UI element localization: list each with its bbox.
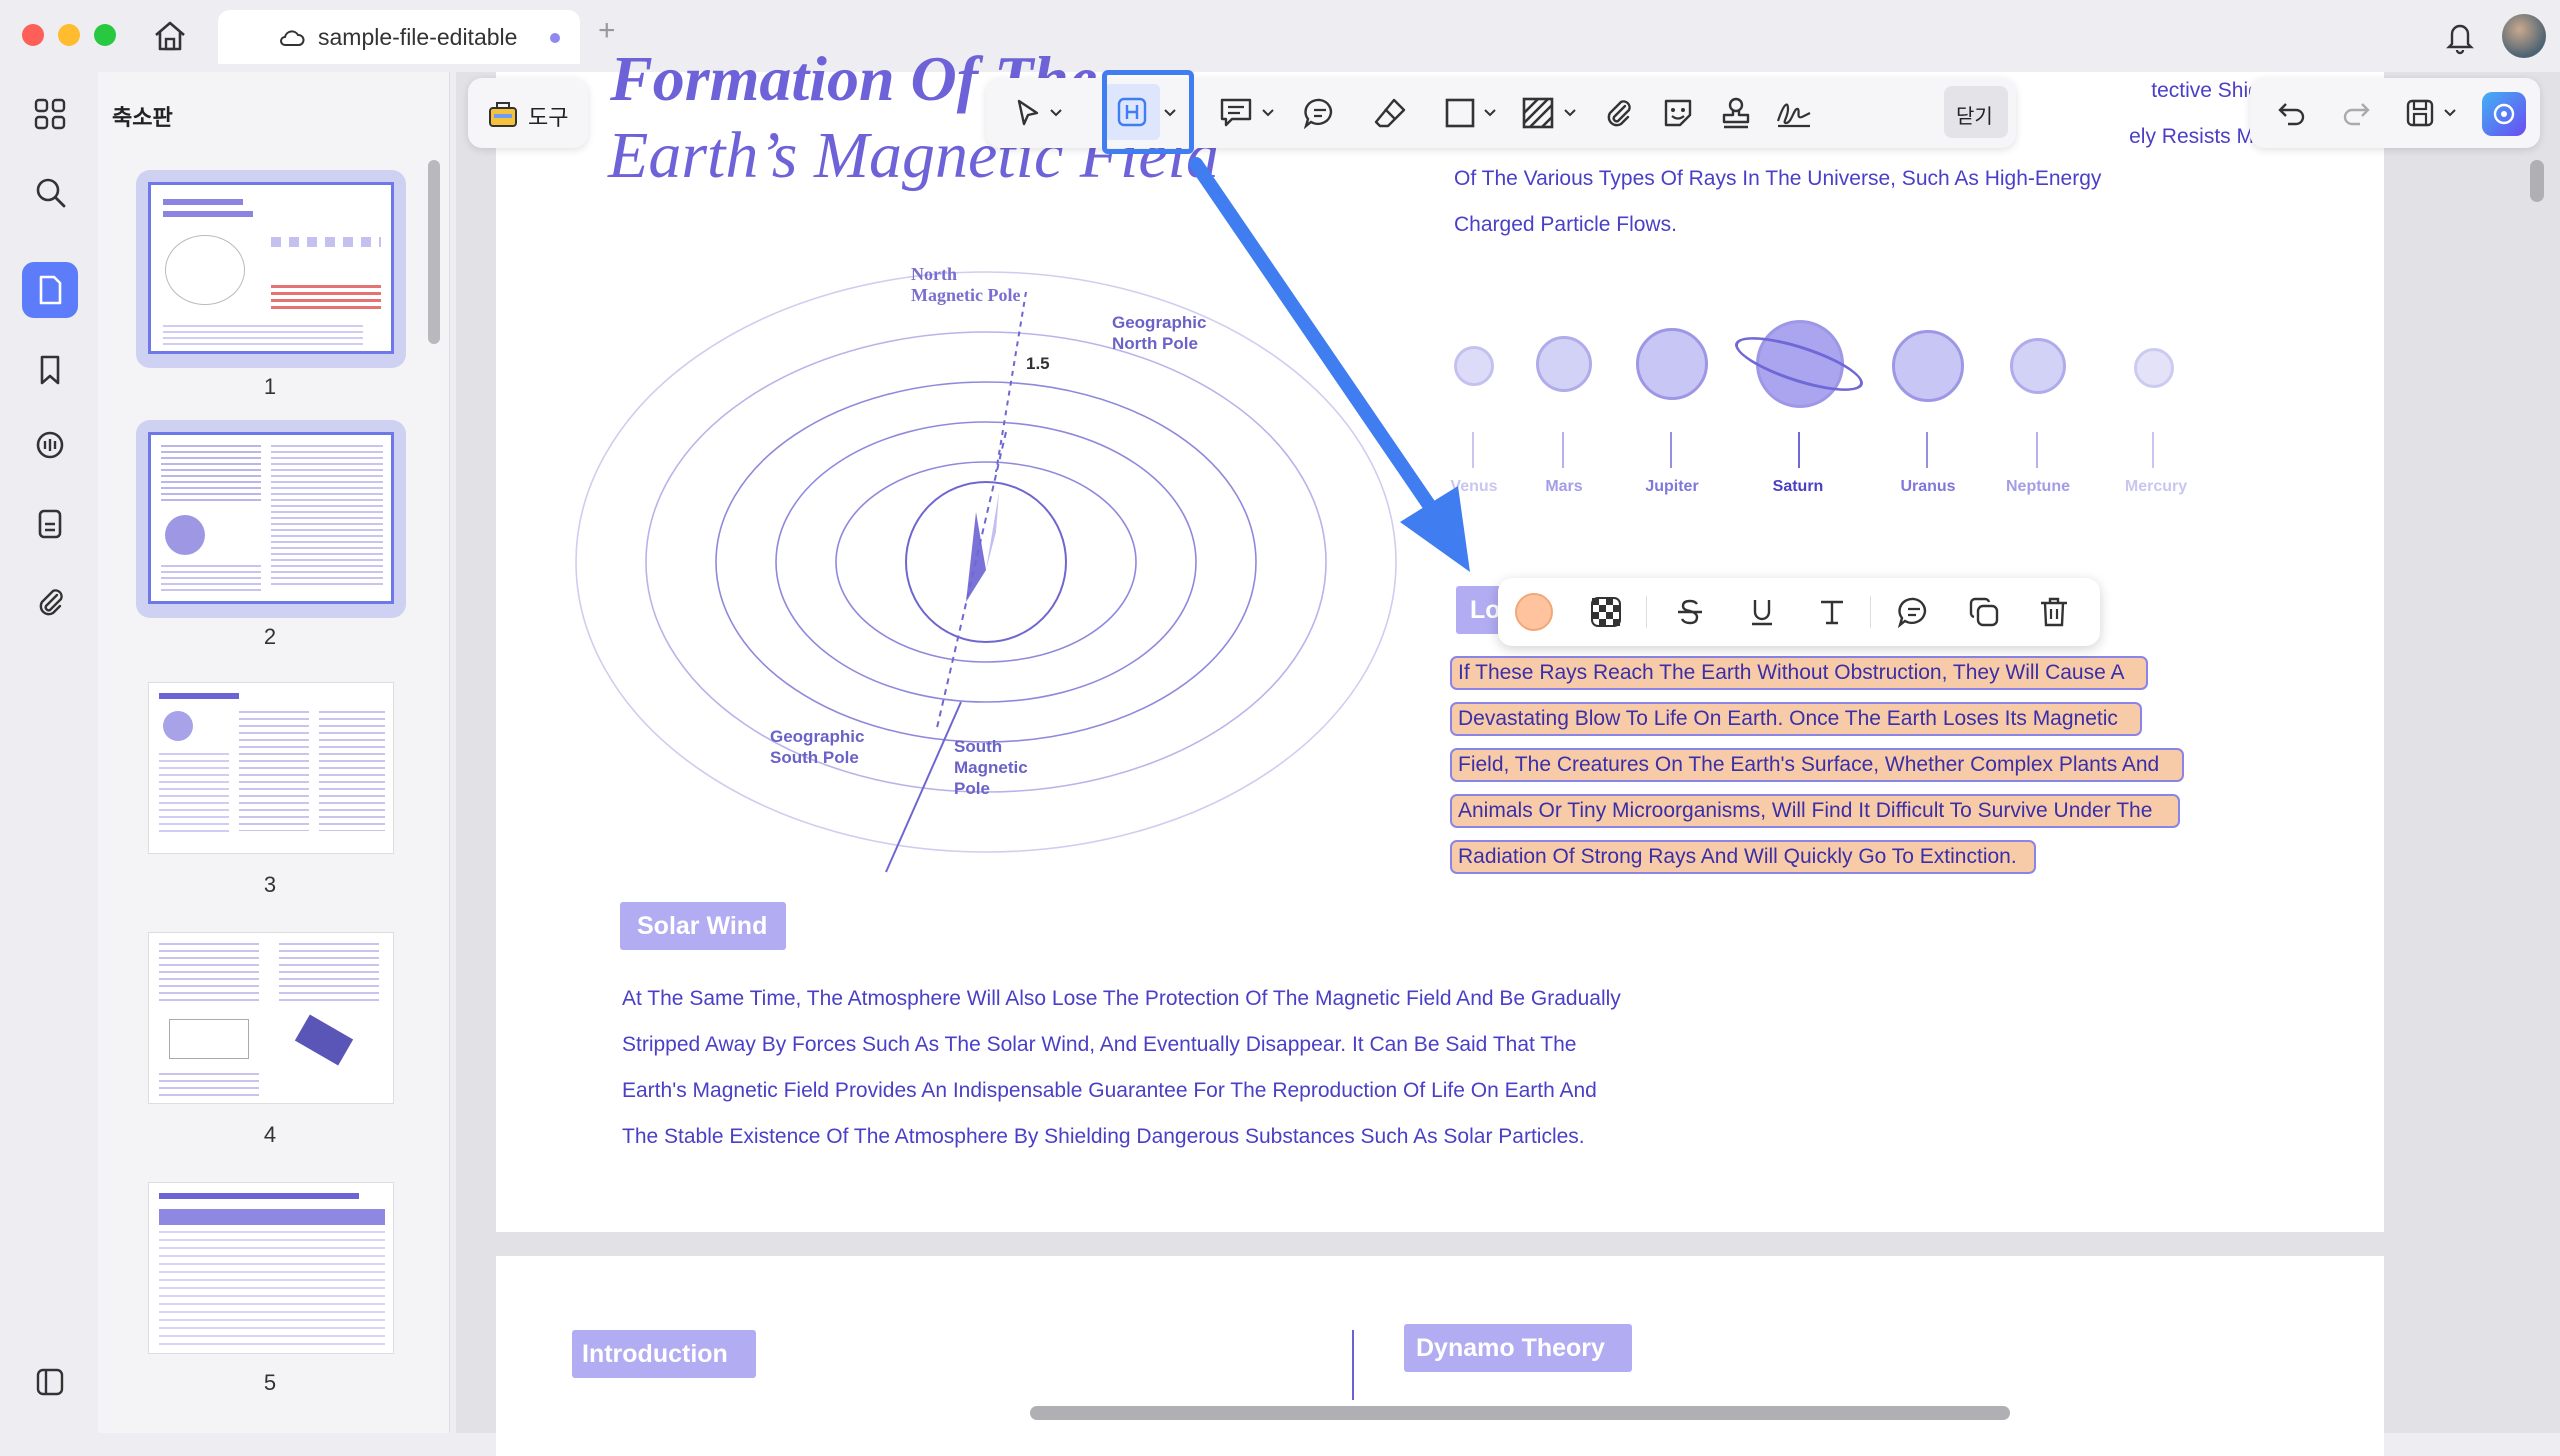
attach-file-icon[interactable] — [1596, 91, 1640, 135]
annotation-arrow — [1189, 157, 1470, 572]
tools-button[interactable]: 도구 — [468, 78, 588, 148]
solar-wind-tag: Solar Wind — [620, 902, 786, 950]
thumbnails-icon[interactable] — [22, 262, 78, 318]
close-toolbar-button[interactable]: 닫기 — [1944, 86, 2008, 138]
chevron-down-icon[interactable] — [2440, 91, 2460, 135]
planet-label: Saturn — [1772, 478, 1824, 495]
ai-assistant-icon[interactable] — [2482, 92, 2526, 136]
thumbnail-number: 4 — [263, 1122, 277, 1147]
introduction-tag: Introduction — [572, 1330, 756, 1378]
sidebar-toggle-icon[interactable] — [22, 1354, 78, 1410]
thumbnail-number: 1 — [263, 374, 277, 399]
highlight-tool-focus-box — [1102, 70, 1194, 154]
thumbnail-scrollbar[interactable] — [428, 160, 440, 344]
attachments-list-icon[interactable] — [22, 496, 78, 552]
highlight-line[interactable]: Devastating Blow To Life On Earth. Once … — [1450, 702, 2142, 736]
select-cursor-icon[interactable] — [1006, 91, 1050, 135]
tools-label: 도구 — [528, 105, 569, 130]
undo-icon[interactable] — [2270, 91, 2314, 135]
bell-icon[interactable] — [2440, 16, 2480, 56]
delete-icon[interactable] — [2032, 590, 2076, 634]
thumbnail-number: 2 — [263, 624, 277, 649]
planet-mars — [1536, 336, 1592, 392]
grid-icon[interactable] — [22, 86, 78, 142]
intro-text: Of The Various Types Of Rays In The Univ… — [1454, 167, 2102, 236]
geographic-south-pole-label: Geographic South Pole — [770, 727, 865, 767]
south-magnetic-pole-label: South Magnetic Pole — [954, 737, 1028, 798]
text-format-icon[interactable] — [1810, 590, 1854, 634]
highlight-line[interactable]: If These Rays Reach The Earth Without Ob… — [1450, 656, 2148, 690]
opacity-checker-icon[interactable] — [1584, 590, 1628, 634]
highlight-line[interactable]: Radiation Of Strong Rays And Will Quickl… — [1450, 840, 2036, 874]
signature-icon[interactable] — [1772, 91, 1816, 135]
underline-icon[interactable] — [1740, 590, 1784, 634]
home-icon[interactable] — [150, 16, 190, 56]
north-magnetic-pole-label: North Magnetic Pole — [911, 264, 1021, 305]
planet-neptune — [2010, 338, 2066, 394]
eraser-icon[interactable] — [1368, 91, 1412, 135]
panel-title: 축소판 — [112, 105, 173, 130]
planet-label: Mercury — [2124, 478, 2188, 495]
thumbnail-page-2[interactable] — [136, 420, 406, 618]
comments-icon[interactable] — [22, 418, 78, 474]
copy-icon[interactable] — [1962, 590, 2006, 634]
redo-icon[interactable] — [2334, 91, 2378, 135]
cloud-icon — [280, 30, 305, 46]
solar-wind-text: At The Same Time, The Atmosphere Will Al… — [622, 987, 1621, 1148]
unsaved-dot — [550, 33, 560, 43]
thumbnail-page-1[interactable] — [136, 170, 406, 368]
history-toolbar — [2250, 78, 2540, 148]
horizontal-scrollbar[interactable] — [1030, 1406, 2010, 1420]
highlight-line[interactable]: Field, The Creatures On The Earth's Surf… — [1450, 748, 2184, 782]
strikethrough-icon[interactable] — [1668, 590, 1712, 634]
text-comment-icon[interactable] — [1214, 91, 1258, 135]
document-page-2: Introduction Dynamo Theory — [496, 1256, 2384, 1456]
close-window-button[interactable] — [22, 24, 44, 46]
comment-icon[interactable] — [1298, 91, 1342, 135]
area-pattern-icon[interactable] — [1516, 91, 1560, 135]
planet-label: Uranus — [1900, 478, 1956, 495]
avatar[interactable] — [2502, 14, 2546, 58]
zoom-window-button[interactable] — [94, 24, 116, 46]
highlight-popup-toolbar — [1498, 578, 2100, 646]
tab-title: sample-file-editable — [318, 24, 518, 50]
left-rail — [0, 72, 98, 1433]
sticker-icon[interactable] — [1656, 91, 1700, 135]
thumbnail-page-3[interactable] — [136, 670, 406, 868]
stamp-icon[interactable] — [1714, 91, 1758, 135]
minimize-window-button[interactable] — [58, 24, 80, 46]
add-comment-icon[interactable] — [1892, 590, 1936, 634]
search-icon[interactable] — [22, 164, 78, 220]
toolbox-icon — [489, 102, 517, 127]
planet-label: Mars — [1545, 478, 1583, 495]
bookmark-icon[interactable] — [22, 342, 78, 398]
angle-label: 1.5 — [1026, 354, 1050, 373]
highlight-line[interactable]: Animals Or Tiny Microorganisms, Will Fin… — [1450, 794, 2180, 828]
chevron-down-icon[interactable] — [1046, 91, 1066, 135]
planet-jupiter — [1636, 328, 1708, 400]
save-icon[interactable] — [2398, 91, 2442, 135]
dynamo-theory-tag: Dynamo Theory — [1404, 1324, 1632, 1372]
thumbnail-page-5[interactable] — [136, 1170, 406, 1368]
title-bar: sample-file-editable + — [0, 0, 2560, 72]
document-tab[interactable]: sample-file-editable — [218, 10, 580, 64]
chevron-down-icon[interactable] — [1480, 91, 1500, 135]
thumbnail-number: 3 — [263, 872, 277, 897]
paperclip-icon[interactable] — [22, 574, 78, 630]
thumbnail-number: 5 — [263, 1370, 277, 1395]
rectangle-shape-icon[interactable] — [1438, 91, 1482, 135]
chevron-down-icon[interactable] — [1258, 91, 1278, 135]
planet-label: Neptune — [2006, 478, 2070, 495]
highlight-color-swatch[interactable] — [1512, 590, 1556, 634]
thumbnail-page-4[interactable] — [136, 920, 406, 1118]
planet-label: Jupiter — [1645, 478, 1699, 495]
planet-uranus — [1892, 330, 1964, 402]
planet-mercury — [2134, 348, 2174, 388]
vertical-scrollbar[interactable] — [2530, 160, 2544, 202]
chevron-down-icon[interactable] — [1560, 91, 1580, 135]
